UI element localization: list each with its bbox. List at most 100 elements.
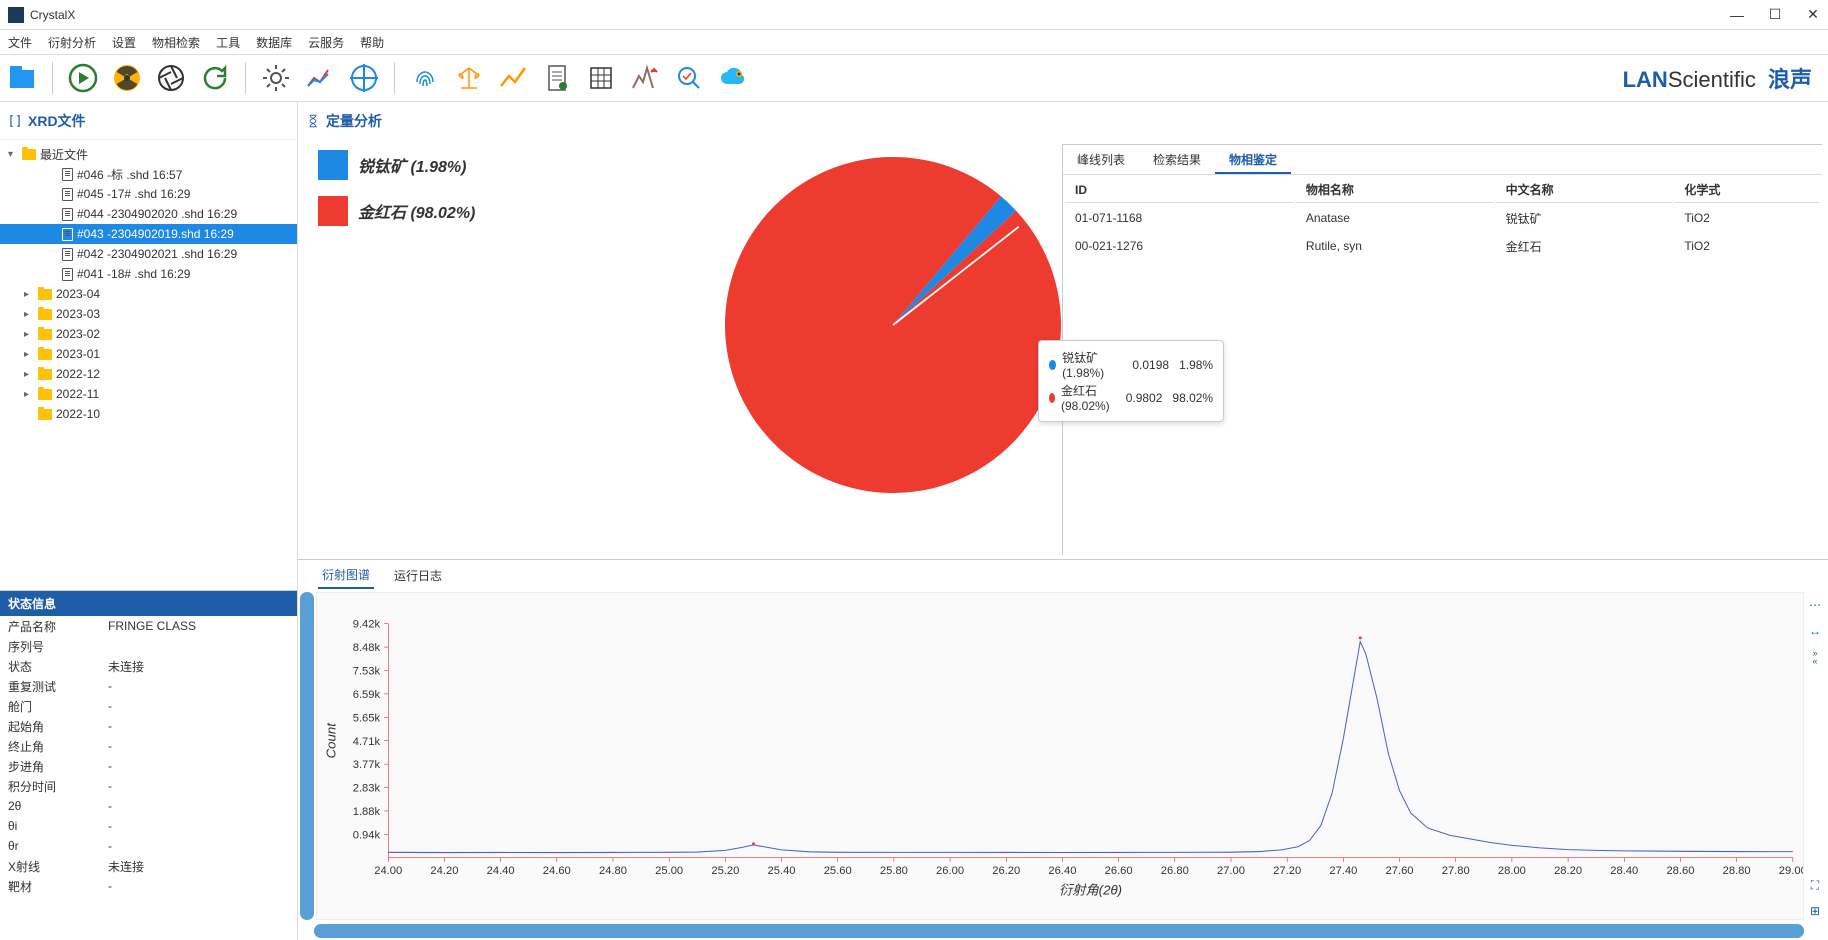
status-row: θr- [0, 836, 297, 856]
result-tab[interactable]: 峰线列表 [1063, 145, 1139, 174]
balance-button[interactable] [451, 60, 487, 96]
menu-item[interactable]: 数据库 [256, 34, 292, 51]
play-button[interactable] [65, 60, 101, 96]
svg-text:0.94k: 0.94k [353, 829, 381, 841]
table-cell: Rutile, syn [1296, 233, 1494, 259]
gear-button[interactable] [258, 60, 294, 96]
aperture-button[interactable] [153, 60, 189, 96]
tree-item[interactable]: ▸ 2022-11 [0, 384, 297, 404]
trend-button[interactable] [495, 60, 531, 96]
result-tab[interactable]: 检索结果 [1139, 145, 1215, 174]
fingerprint-button[interactable] [407, 60, 443, 96]
chevron-icon: ▾ [8, 149, 18, 160]
lower-tab[interactable]: 衍射图谱 [318, 562, 374, 589]
tree-item[interactable]: ▸2022-12 [0, 364, 297, 384]
doc-button[interactable] [539, 60, 575, 96]
file-tree[interactable]: ▾最近文件#046 -标 .shd 16:57#045 -17# .shd 16… [0, 140, 297, 590]
svg-text:24.60: 24.60 [543, 865, 571, 877]
chart-icon [304, 62, 336, 94]
target-button[interactable] [346, 60, 382, 96]
status-body: 产品名称FRINGE CLASS序列号状态未连接重复测试-舱门-起始角-终止角-… [0, 616, 297, 940]
svg-text:27.60: 27.60 [1386, 865, 1414, 877]
svg-text:28.60: 28.60 [1666, 865, 1694, 877]
svg-text:28.40: 28.40 [1610, 865, 1638, 877]
refresh-icon [199, 62, 231, 94]
menubar: 文件衍射分析设置物相检索工具数据库云服务帮助 [0, 30, 1828, 54]
status-row: 舱门- [0, 696, 297, 716]
svg-text:27.00: 27.00 [1217, 865, 1245, 877]
tree-item[interactable]: ▸2023-04 [0, 284, 297, 304]
menu-item[interactable]: 物相检索 [152, 34, 200, 51]
tree-item[interactable]: #041 -18# .shd 16:29 [0, 264, 297, 284]
plot-menu-icon[interactable]: ⋯ [1806, 596, 1824, 614]
tree-item[interactable]: 2022-10 [0, 404, 297, 424]
menu-item[interactable]: 文件 [8, 34, 32, 51]
status-row: 重复测试- [0, 676, 297, 696]
search-button[interactable] [671, 60, 707, 96]
gear-icon [260, 62, 292, 94]
tooltip-dot [1049, 360, 1056, 370]
chevron-icon: ▸ [24, 309, 34, 320]
svg-text:25.20: 25.20 [711, 865, 739, 877]
chevron-icon: ▸ [24, 369, 34, 380]
table-header: 化学式 [1674, 177, 1820, 203]
fingerprint-icon [409, 62, 441, 94]
expand-h-icon[interactable]: ↔ [1806, 622, 1824, 640]
close-button[interactable]: ✕ [1806, 8, 1820, 22]
pie-chart [718, 150, 1068, 500]
svg-text:24.20: 24.20 [430, 865, 458, 877]
menu-item[interactable]: 帮助 [360, 34, 384, 51]
grid-button[interactable] [583, 60, 619, 96]
table-icon[interactable]: ⊞ [1806, 902, 1824, 920]
cloud-button[interactable] [715, 60, 751, 96]
open-button[interactable] [4, 60, 40, 96]
table-cell: TiO2 [1674, 205, 1820, 231]
refresh-button[interactable] [197, 60, 233, 96]
tree-item[interactable]: #045 -17# .shd 16:29 [0, 184, 297, 204]
bracket-icon [8, 114, 22, 128]
diffraction-plot[interactable]: 9.42k8.48k7.53k6.59k5.65k4.71k3.77k2.83k… [316, 592, 1804, 920]
tree-item[interactable]: #046 -标 .shd 16:57 [0, 164, 297, 184]
lower-tab[interactable]: 运行日志 [390, 563, 446, 588]
chart-button[interactable] [302, 60, 338, 96]
folder-icon [38, 289, 52, 300]
menu-item[interactable]: 云服务 [308, 34, 344, 51]
svg-text:28.80: 28.80 [1723, 865, 1751, 877]
tree-item[interactable]: #044 -2304902020 .shd 16:29 [0, 204, 297, 224]
svg-text:24.40: 24.40 [487, 865, 515, 877]
peaks-icon [629, 62, 661, 94]
collapse-icon[interactable]: »« [1806, 648, 1824, 666]
toolbar-separator [52, 62, 53, 94]
result-tab[interactable]: 物相鉴定 [1215, 145, 1291, 174]
plot-horizontal-scrollbar[interactable] [314, 924, 1804, 938]
status-key: 起始角 [8, 718, 108, 735]
tree-item[interactable]: ▸2023-02 [0, 324, 297, 344]
peaks-button[interactable] [627, 60, 663, 96]
hourglass-icon [306, 114, 320, 128]
plot-vertical-scrollbar[interactable] [300, 592, 314, 920]
chevron-icon: ▸ [24, 389, 34, 400]
status-value: - [108, 819, 289, 833]
tree-item[interactable]: ▸2023-03 [0, 304, 297, 324]
svg-text:6.59k: 6.59k [353, 689, 381, 701]
fullscreen-icon[interactable]: ⛶ [1806, 876, 1824, 894]
tree-item[interactable]: ▸2023-01 [0, 344, 297, 364]
tree-item[interactable]: ▾最近文件 [0, 144, 297, 164]
tree-item-label: 2022-11 [56, 387, 99, 401]
menu-item[interactable]: 衍射分析 [48, 34, 96, 51]
tree-item[interactable]: #043 -2304902019.shd 16:29 [0, 224, 297, 244]
status-row: 步进角- [0, 756, 297, 776]
file-icon [62, 248, 73, 261]
table-row[interactable]: 01-071-1168Anatase锐钛矿TiO2 [1065, 205, 1820, 231]
minimize-button[interactable]: — [1730, 8, 1744, 22]
table-row[interactable]: 00-021-1276Rutile, syn金红石TiO2 [1065, 233, 1820, 259]
radiation-button[interactable] [109, 60, 145, 96]
table-cell: 00-021-1276 [1065, 233, 1294, 259]
status-value: - [108, 839, 289, 853]
menu-item[interactable]: 工具 [216, 34, 240, 51]
status-row: 产品名称FRINGE CLASS [0, 616, 297, 636]
menu-item[interactable]: 设置 [112, 34, 136, 51]
maximize-button[interactable]: ☐ [1768, 8, 1782, 22]
tree-item[interactable]: #042 -2304902021 .shd 16:29 [0, 244, 297, 264]
file-icon [62, 268, 73, 281]
